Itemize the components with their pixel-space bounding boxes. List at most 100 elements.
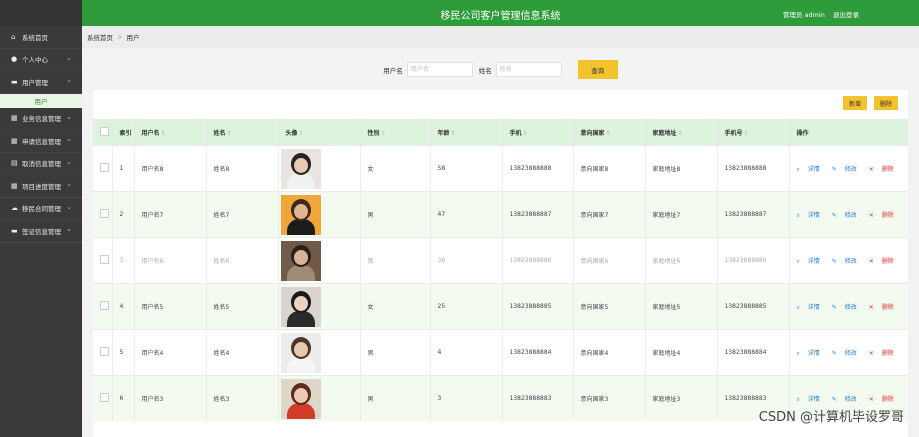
chevron-down-icon: ⌄	[66, 180, 72, 188]
edit-button[interactable]: ✎ 修改	[832, 350, 863, 357]
cell-ops: ⌕ 详情 ✎ 修改 ✕ 删除	[789, 283, 908, 330]
row-checkbox[interactable]	[100, 347, 109, 356]
detail-button[interactable]: ⌕ 详情	[797, 396, 826, 403]
header-username[interactable]: 用户名⇕	[134, 119, 207, 146]
row-checkbox[interactable]	[100, 255, 109, 264]
cell-index: 1	[112, 145, 135, 192]
sidebar-item-2[interactable]: ▬ 用户管理 ⌄	[0, 71, 82, 94]
cell-gender: 男	[360, 237, 431, 284]
cell-index: 4	[112, 283, 135, 330]
sidebar-item-0[interactable]: ⌂ 系统首页	[0, 26, 82, 49]
username-label: 用户名	[383, 66, 403, 75]
close-icon: ✕	[868, 257, 876, 265]
chevron-down-icon: ⌄	[66, 53, 72, 62]
chevron-down-icon: ⌄	[66, 112, 72, 121]
header-country[interactable]: 意向国家⇕	[573, 119, 646, 146]
breadcrumb-current: 用户	[126, 34, 140, 42]
cell-ops: ⌕ 详情 ✎ 修改 ✕ 删除	[789, 145, 908, 192]
query-button[interactable]: 查询	[577, 60, 618, 79]
current-user: 管理员 admin	[782, 11, 825, 19]
cell-address: 家庭地址3	[645, 375, 718, 421]
avatar	[280, 332, 321, 373]
delete-button[interactable]: ✕ 删除	[869, 350, 900, 357]
sidebar-item-3[interactable]: ▦ 业务信息管理 ⌄	[0, 108, 82, 130]
username-input[interactable]	[406, 62, 473, 77]
add-button[interactable]: 新增	[843, 96, 867, 110]
sidebar-item-1-icon: ●	[11, 55, 18, 64]
header-age[interactable]: 年龄⇕	[430, 119, 503, 146]
sidebar-item-7-icon: ☁	[11, 204, 18, 213]
header-mobile[interactable]: 手机号⇕	[717, 119, 790, 146]
row-checkbox-cell	[93, 375, 113, 421]
row-checkbox-cell	[93, 283, 113, 330]
logout-link[interactable]: 退出登录	[833, 11, 859, 19]
header-index: 索引	[112, 119, 135, 146]
sidebar-item-6[interactable]: ▦ 项目进度管理 ⌄	[0, 175, 82, 198]
sidebar-item-8-icon: ▬	[11, 226, 18, 235]
header-phone[interactable]: 手机⇕	[502, 119, 574, 146]
sidebar-item-1[interactable]: ● 个人中心 ⌄	[0, 49, 82, 71]
close-icon: ✕	[868, 211, 876, 219]
close-icon: ✕	[868, 395, 876, 403]
top-bar: 移民公司客户管理信息系统 管理员 admin 退出登录	[82, 0, 919, 26]
cell-index: 5	[112, 329, 135, 376]
cell-country: 意向国家5	[573, 283, 646, 330]
header-gender[interactable]: 性别⇕	[360, 119, 431, 146]
cell-name: 姓名6	[206, 237, 279, 284]
cell-gender: 女	[360, 145, 431, 192]
row-checkbox-cell	[93, 191, 113, 238]
header-avatar[interactable]: 头像⇕	[278, 119, 361, 146]
cell-name: 姓名7	[206, 191, 279, 238]
edit-button[interactable]: ✎ 修改	[832, 166, 863, 173]
header-name[interactable]: 姓名⇕	[206, 119, 279, 146]
edit-button[interactable]: ✎ 修改	[832, 258, 863, 265]
close-icon: ✕	[868, 349, 876, 357]
pencil-icon: ✎	[831, 165, 839, 173]
edit-button[interactable]: ✎ 修改	[832, 304, 863, 311]
breadcrumb-home[interactable]: 系统首页	[87, 32, 113, 42]
edit-button[interactable]: ✎ 修改	[832, 396, 863, 403]
watermark: CSDN @计算机毕设罗哥	[758, 410, 904, 425]
cell-mobile: 13823888884	[717, 329, 790, 376]
sidebar-item-7[interactable]: ☁ 移民合同管理 ⌄	[0, 198, 82, 220]
search-icon: ⌕	[796, 165, 802, 173]
delete-button[interactable]: ✕ 删除	[869, 304, 900, 311]
detail-button[interactable]: ⌕ 详情	[797, 350, 826, 357]
detail-button[interactable]: ⌕ 详情	[797, 304, 826, 311]
avatar	[280, 240, 321, 281]
sidebar-item-4[interactable]: ▦ 申请信息管理 ⌄	[0, 130, 82, 153]
detail-button[interactable]: ⌕ 详情	[797, 212, 826, 219]
sidebar-item-label: 用户管理	[22, 78, 48, 87]
detail-button[interactable]: ⌕ 详情	[797, 166, 826, 173]
sidebar-header	[0, 0, 82, 26]
cell-address: 家庭地址8	[645, 145, 718, 192]
name-input[interactable]	[495, 62, 562, 77]
delete-button[interactable]: ✕ 删除	[869, 258, 900, 265]
edit-button[interactable]: ✎ 修改	[832, 212, 863, 219]
delete-button[interactable]: ✕ 删除	[869, 212, 900, 219]
sidebar-subitem-user[interactable]: 用户	[0, 93, 82, 108]
row-checkbox[interactable]	[100, 301, 109, 310]
delete-button[interactable]: ✕ 删除	[869, 166, 900, 173]
detail-button[interactable]: ⌕ 详情	[797, 258, 826, 265]
row-checkbox[interactable]	[100, 393, 109, 402]
row-checkbox[interactable]	[100, 209, 109, 218]
cell-phone: 13823888886	[502, 237, 574, 284]
batch-delete-button[interactable]: 删除	[874, 96, 898, 110]
header-ops: 操作	[789, 119, 908, 146]
cell-username: 用户名7	[134, 191, 207, 238]
sidebar-item-5[interactable]: ▤ 取消信息管理 ⌄	[0, 153, 82, 175]
cell-address: 家庭地址6	[645, 237, 718, 284]
cell-avatar	[278, 283, 361, 330]
table-header: 索引 用户名⇕ 姓名⇕ 头像⇕ 性别⇕ 年龄⇕ 手机⇕ 意向国家⇕ 家庭地址⇕ …	[93, 119, 908, 146]
cell-mobile: 13823888888	[717, 145, 790, 192]
user-area: 管理员 admin 退出登录	[777, 9, 859, 19]
header-address[interactable]: 家庭地址⇕	[645, 119, 718, 146]
cell-gender: 男	[360, 191, 431, 238]
sidebar-item-8[interactable]: ▬ 签证信息管理 ⌄	[0, 220, 82, 243]
cell-age: 58	[430, 145, 503, 192]
avatar	[280, 286, 321, 327]
delete-button[interactable]: ✕ 删除	[869, 396, 900, 403]
select-all-checkbox[interactable]	[100, 126, 109, 136]
row-checkbox[interactable]	[100, 163, 109, 172]
